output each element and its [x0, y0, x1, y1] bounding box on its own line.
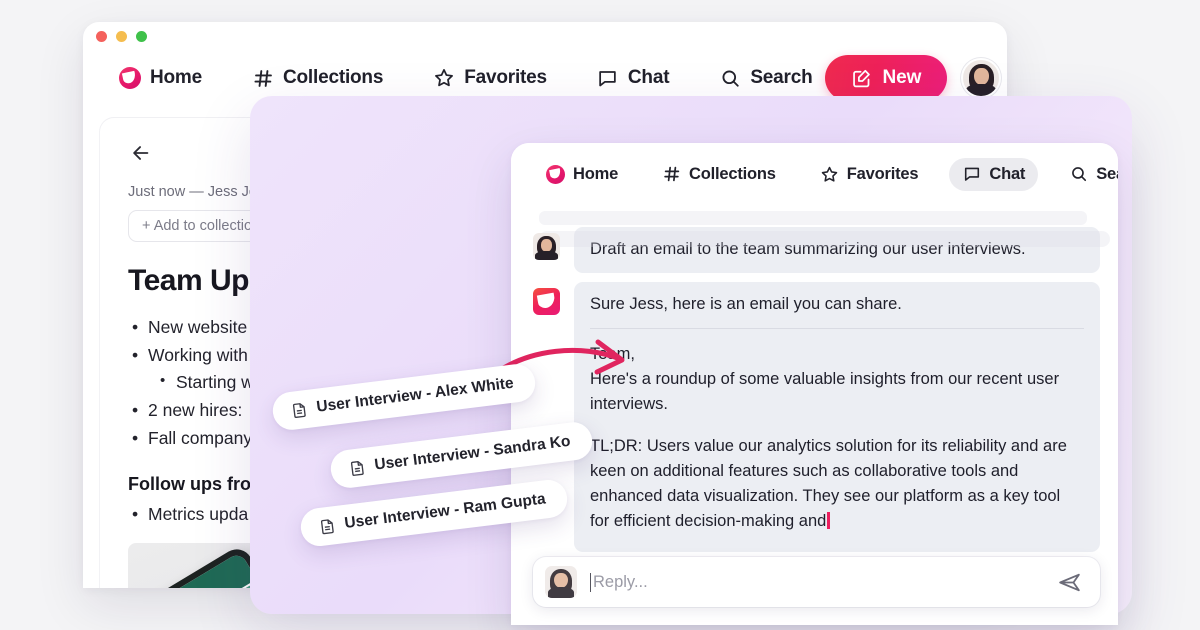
star-icon — [433, 67, 455, 89]
nav-item-label: Favorites — [464, 67, 547, 88]
new-button-label: New — [882, 67, 922, 88]
star-icon — [820, 165, 839, 184]
nav-item-label: Search — [1096, 164, 1118, 183]
close-window-button[interactable] — [96, 31, 107, 42]
minimize-window-button[interactable] — [116, 31, 127, 42]
navbar-right-actions: New — [824, 55, 1002, 101]
email-draft-block[interactable]: Team, Here's a roundup of some valuable … — [574, 325, 1100, 553]
add-to-collection-label: + Add to collection — [142, 218, 261, 234]
text-cursor — [827, 512, 830, 530]
nav-item-chat[interactable]: Chat — [585, 60, 681, 96]
nav-item-collections[interactable]: Collections — [240, 60, 395, 96]
reply-composer[interactable] — [533, 557, 1100, 607]
brand-logo-icon — [546, 164, 565, 184]
chat-window: Home Collections Favorites Chat Se Draft… — [511, 143, 1118, 625]
message-text: Sure Jess, here is an email you can shar… — [574, 281, 1100, 326]
chat-nav-item-collections[interactable]: Collections — [649, 158, 789, 191]
chat-message-assistant: Sure Jess, here is an email you can shar… — [511, 281, 1118, 326]
chat-nav-item-favorites[interactable]: Favorites — [807, 158, 932, 191]
send-paper-plane-icon[interactable] — [1057, 570, 1082, 595]
nav-item-label: Search — [750, 67, 813, 88]
brand-logo-icon — [119, 67, 141, 89]
document-file-icon — [348, 458, 367, 477]
chat-nav-item-chat[interactable]: Chat — [949, 157, 1039, 191]
new-button[interactable]: New — [824, 55, 948, 101]
chat-nav-item-home[interactable]: Home — [533, 158, 631, 191]
search-icon — [719, 67, 741, 89]
user-avatar[interactable] — [961, 58, 1002, 98]
nav-item-favorites[interactable]: Favorites — [421, 60, 559, 96]
nav-item-label: Collections — [689, 164, 776, 183]
screenshot-stage: Home Collections Favorites Chat Search N… — [0, 0, 1200, 630]
scrolled-content-fade — [539, 205, 1110, 249]
email-divider — [590, 327, 1084, 329]
hash-icon — [662, 165, 681, 184]
user-avatar — [545, 566, 577, 598]
back-button[interactable] — [128, 140, 154, 166]
email-paragraph: TL;DR: Users value our analytics solutio… — [590, 434, 1084, 534]
nav-item-label: Collections — [283, 67, 384, 88]
hash-icon — [252, 67, 274, 89]
reply-input[interactable] — [590, 572, 1044, 592]
nav-item-label: Chat — [989, 164, 1026, 183]
nav-item-label: Home — [573, 164, 619, 183]
assistant-logo-icon — [533, 287, 560, 315]
document-file-icon — [318, 517, 337, 536]
chat-bubble-icon — [962, 165, 981, 184]
compose-pencil-icon — [851, 67, 873, 89]
reply-composer-wrap — [511, 557, 1118, 607]
window-traffic-lights — [96, 31, 147, 42]
search-icon — [1069, 165, 1088, 184]
chat-message-list[interactable]: Draft an email to the team summarizing o… — [511, 205, 1118, 625]
nav-item-label: Favorites — [846, 164, 919, 183]
chat-nav-item-search[interactable]: Search — [1056, 158, 1118, 191]
nav-item-home[interactable]: Home — [107, 60, 214, 96]
user-avatar — [533, 233, 560, 260]
document-file-icon — [290, 400, 309, 419]
nav-items: Home Collections Favorites Chat Search — [107, 60, 825, 96]
nav-item-label: Home — [150, 67, 202, 88]
chat-bubble-icon — [597, 67, 619, 89]
email-paragraph: Team, Here's a roundup of some valuable … — [590, 344, 1060, 413]
nav-item-search[interactable]: Search — [707, 60, 824, 96]
nav-item-label: Chat — [627, 67, 670, 88]
chat-navbar: Home Collections Favorites Chat Se — [511, 143, 1118, 205]
maximize-window-button[interactable] — [136, 31, 147, 42]
